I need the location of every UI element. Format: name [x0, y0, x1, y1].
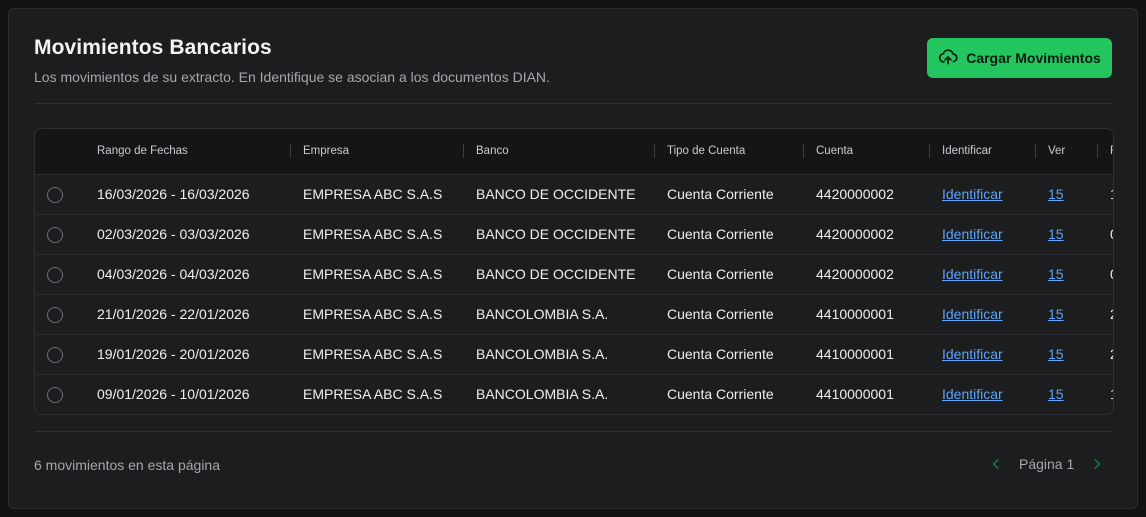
cell-extra: 2: [1097, 334, 1113, 374]
page-indicator: Página 1: [1019, 456, 1075, 472]
column-header-cuenta[interactable]: Cuenta: [803, 129, 929, 174]
cell-extra: 1: [1097, 374, 1113, 414]
table-row[interactable]: 16/03/2026 - 16/03/2026 EMPRESA ABC S.A.…: [35, 174, 1113, 214]
identificar-link[interactable]: Identificar: [942, 186, 1003, 202]
column-header-date-range[interactable]: Rango de Fechas: [97, 129, 290, 174]
cell-empresa: EMPRESA ABC S.A.S: [303, 266, 443, 282]
movement-count: 6 movimientos en esta página: [34, 457, 220, 473]
cell-banco: BANCO DE OCCIDENTE: [476, 266, 636, 282]
cell-date-range: 16/03/2026 - 16/03/2026: [97, 186, 250, 202]
cell-tipo-cuenta: Cuenta Corriente: [667, 266, 774, 282]
cell-tipo-cuenta: Cuenta Corriente: [667, 226, 774, 242]
column-header-extra[interactable]: F: [1097, 129, 1113, 174]
cell-banco: BANCO DE OCCIDENTE: [476, 186, 636, 202]
cell-banco: BANCO DE OCCIDENTE: [476, 226, 636, 242]
column-header-ver[interactable]: Ver: [1035, 129, 1097, 174]
header-select-column: [35, 129, 97, 174]
cell-extra: 1: [1097, 174, 1113, 214]
cell-date-range: 19/01/2026 - 20/01/2026: [97, 346, 250, 362]
ver-link[interactable]: 15: [1048, 386, 1064, 402]
column-header-identificar[interactable]: Identificar: [929, 129, 1035, 174]
identificar-link[interactable]: Identificar: [942, 306, 1003, 322]
cell-date-range: 21/01/2026 - 22/01/2026: [97, 306, 250, 322]
row-checkbox[interactable]: [47, 186, 63, 203]
table-row[interactable]: 02/03/2026 - 03/03/2026 EMPRESA ABC S.A.…: [35, 214, 1113, 254]
table-row[interactable]: 04/03/2026 - 04/03/2026 EMPRESA ABC S.A.…: [35, 254, 1113, 294]
upload-button-label: Cargar Movimientos: [966, 50, 1101, 66]
cell-empresa: EMPRESA ABC S.A.S: [303, 306, 443, 322]
cell-banco: BANCOLOMBIA S.A.: [476, 346, 609, 362]
cell-tipo-cuenta: Cuenta Corriente: [667, 386, 774, 403]
identificar-link[interactable]: Identificar: [942, 386, 1003, 402]
cell-empresa: EMPRESA ABC S.A.S: [303, 186, 443, 202]
column-header-tipo-cuenta[interactable]: Tipo de Cuenta: [654, 129, 803, 174]
table-row[interactable]: 21/01/2026 - 22/01/2026 EMPRESA ABC S.A.…: [35, 294, 1113, 334]
table-row[interactable]: 19/01/2026 - 20/01/2026 EMPRESA ABC S.A.…: [35, 334, 1113, 374]
ver-link[interactable]: 15: [1048, 186, 1064, 202]
movements-table: Rango de Fechas Empresa Banco Tipo de Cu…: [34, 128, 1114, 415]
cell-extra: 0: [1097, 254, 1113, 294]
ver-link[interactable]: 15: [1048, 346, 1064, 362]
cell-date-range: 09/01/2026 - 10/01/2026: [97, 386, 250, 403]
cell-extra: 2: [1097, 294, 1113, 334]
cell-cuenta: 4410000001: [816, 346, 894, 362]
row-checkbox[interactable]: [47, 346, 63, 363]
table-row[interactable]: 09/01/2026 - 10/01/2026 EMPRESA ABC S.A.…: [35, 374, 1113, 414]
cell-cuenta: 4410000001: [816, 386, 894, 403]
footer-divider: [34, 431, 1113, 432]
identificar-link[interactable]: Identificar: [942, 226, 1003, 242]
cell-cuenta: 4410000001: [816, 306, 894, 322]
cell-date-range: 02/03/2026 - 03/03/2026: [97, 226, 250, 242]
identificar-link[interactable]: Identificar: [942, 266, 1003, 282]
chevron-left-icon[interactable]: [987, 455, 1005, 473]
cell-empresa: EMPRESA ABC S.A.S: [303, 386, 443, 403]
page-title: Movimientos Bancarios: [34, 36, 272, 59]
cell-banco: BANCOLOMBIA S.A.: [476, 306, 609, 322]
row-checkbox[interactable]: [47, 266, 63, 283]
table-header-row: Rango de Fechas Empresa Banco Tipo de Cu…: [35, 129, 1113, 174]
column-header-empresa[interactable]: Empresa: [290, 129, 463, 174]
cell-tipo-cuenta: Cuenta Corriente: [667, 306, 774, 322]
cell-banco: BANCOLOMBIA S.A.: [476, 386, 609, 403]
cell-date-range: 04/03/2026 - 04/03/2026: [97, 266, 250, 282]
ver-link[interactable]: 15: [1048, 306, 1064, 322]
movements-card: Movimientos Bancarios Los movimientos de…: [8, 8, 1138, 509]
chevron-right-icon[interactable]: [1088, 455, 1106, 473]
cell-tipo-cuenta: Cuenta Corriente: [667, 346, 774, 362]
cell-cuenta: 4420000002: [816, 186, 894, 202]
pagination: Página 1: [987, 455, 1106, 473]
identificar-link[interactable]: Identificar: [942, 346, 1003, 362]
ver-link[interactable]: 15: [1048, 226, 1064, 242]
cell-cuenta: 4420000002: [816, 226, 894, 242]
row-checkbox[interactable]: [47, 306, 63, 323]
cloud-upload-icon: [938, 47, 958, 70]
cell-tipo-cuenta: Cuenta Corriente: [667, 186, 774, 202]
header-divider: [34, 103, 1113, 104]
cell-empresa: EMPRESA ABC S.A.S: [303, 346, 443, 362]
row-checkbox[interactable]: [47, 386, 63, 403]
page-subtitle: Los movimientos de su extracto. En Ident…: [34, 69, 550, 85]
column-header-banco[interactable]: Banco: [463, 129, 654, 174]
cell-empresa: EMPRESA ABC S.A.S: [303, 226, 443, 242]
row-checkbox[interactable]: [47, 226, 63, 243]
upload-movements-button[interactable]: Cargar Movimientos: [927, 38, 1112, 78]
cell-extra: 0: [1097, 214, 1113, 254]
cell-cuenta: 4420000002: [816, 266, 894, 282]
ver-link[interactable]: 15: [1048, 266, 1064, 282]
